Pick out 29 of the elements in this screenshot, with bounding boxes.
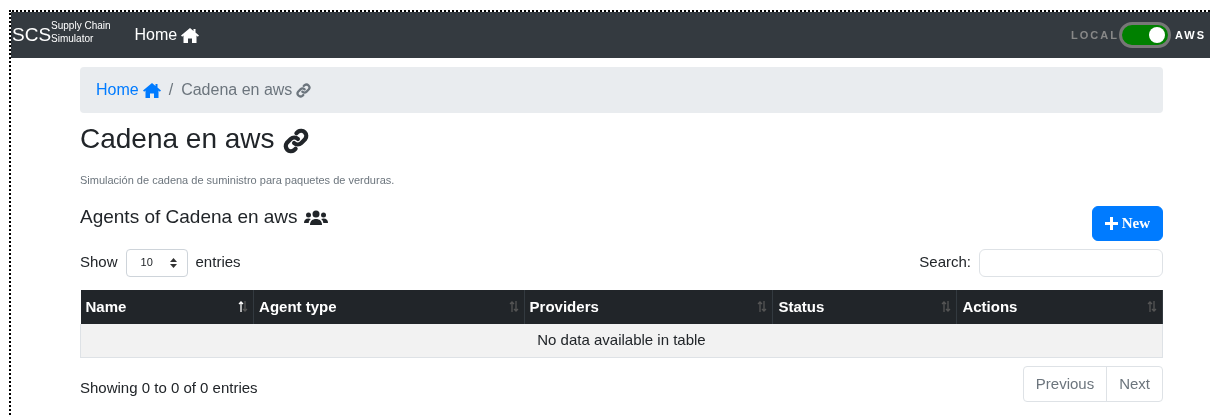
new-button[interactable]: New — [1091, 206, 1163, 241]
column-header[interactable]: Status — [772, 289, 957, 325]
length-label: entries — [195, 252, 241, 273]
column-header[interactable]: Providers — [524, 289, 773, 325]
home-icon — [181, 27, 200, 43]
sort-caret-icon — [169, 257, 177, 268]
plus-icon — [1104, 216, 1118, 230]
home-link[interactable]: Home — [134, 23, 200, 47]
length-label: Show — [80, 252, 118, 273]
column-header[interactable]: Agent type — [253, 289, 525, 325]
users-icon — [303, 210, 328, 227]
column-header[interactable]: Actions — [956, 289, 1163, 325]
toggle-label: LOCAL — [1071, 27, 1119, 43]
description: Simulación de cadena de suministro para paquetes de verduras. — [80, 172, 396, 188]
link-icon — [296, 82, 312, 98]
search-field[interactable] — [979, 248, 1163, 277]
column-header[interactable]: Name — [80, 289, 254, 325]
table-info: Showing 0 to 0 of 0 entries — [80, 377, 258, 398]
toggle-switch[interactable] — [1118, 22, 1171, 48]
breadcrumb-current: Cadena en aws — [181, 80, 293, 100]
section-title: Agents of Cadena en aws — [80, 206, 298, 229]
home-icon — [142, 82, 161, 98]
toggle-label: AWS — [1174, 27, 1206, 43]
length-select[interactable]: 10 — [125, 248, 188, 277]
link-icon — [282, 127, 309, 154]
breadcrumb-separator: / — [168, 80, 174, 100]
search-label: Search: — [919, 252, 971, 273]
page-title: Cadena en aws — [80, 122, 275, 156]
empty-message: No data available in table — [80, 324, 1163, 358]
